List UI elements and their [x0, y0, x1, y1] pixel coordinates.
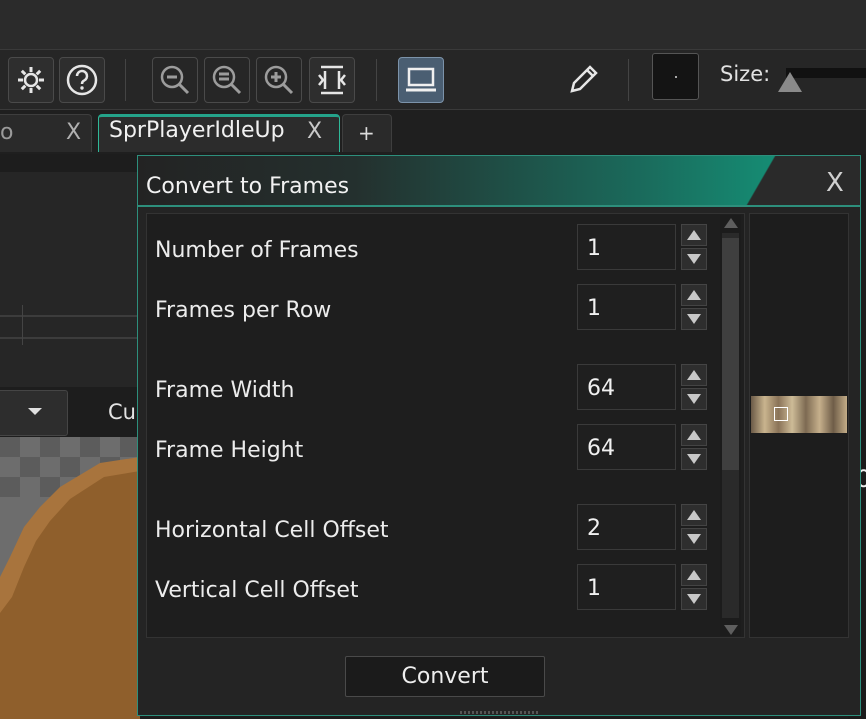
- frame-width-increment[interactable]: [681, 364, 707, 386]
- add-tab-label: +: [358, 121, 375, 145]
- toolbar-separator: [628, 59, 629, 101]
- partial-label: Cu: [108, 400, 136, 424]
- scroll-up-icon[interactable]: [724, 218, 738, 228]
- vertical-cell-offset-value: 1: [587, 576, 601, 601]
- pencil-icon: [570, 65, 598, 93]
- timeline-tick: [22, 305, 23, 345]
- zoom-out-icon: [160, 65, 190, 95]
- zoom-in-button[interactable]: [256, 57, 302, 103]
- chevron-down-icon: [28, 408, 42, 415]
- tab-active-close-icon[interactable]: X: [307, 119, 322, 144]
- frame-height-label: Frame Height: [155, 438, 304, 463]
- number-of-frames-decrement[interactable]: [681, 248, 707, 270]
- frames-per-row-value: 1: [587, 296, 601, 321]
- preview-toggle-button[interactable]: [398, 57, 444, 103]
- fit-to-screen-button[interactable]: [309, 57, 355, 103]
- zoom-reset-icon: [212, 65, 242, 95]
- tab-previous-close-icon[interactable]: X: [66, 120, 81, 145]
- horizontal-cell-offset-decrement[interactable]: [681, 528, 707, 550]
- frame-width-label: Frame Width: [155, 378, 295, 403]
- frame-height-value: 64: [587, 436, 615, 461]
- dialog-divider: [138, 205, 860, 207]
- convert-button[interactable]: Convert: [345, 656, 545, 697]
- number-of-frames-value: 1: [587, 236, 601, 261]
- settings-button[interactable]: [8, 57, 54, 103]
- horizontal-cell-offset-value: 2: [587, 516, 601, 541]
- pencil-tool-button[interactable]: [560, 57, 606, 103]
- sprite-strip-preview: [751, 396, 847, 433]
- frame-height-increment[interactable]: [681, 424, 707, 446]
- tab-previous-label: o: [0, 120, 14, 145]
- frame-width-value: 64: [587, 376, 615, 401]
- frames-per-row-decrement[interactable]: [681, 308, 707, 330]
- frame-selection-box: [774, 407, 788, 421]
- color-swatch[interactable]: [652, 53, 699, 100]
- frames-per-row-label: Frames per Row: [155, 298, 332, 323]
- timeline-line: [0, 337, 140, 339]
- horizontal-cell-offset-label: Horizontal Cell Offset: [155, 518, 389, 543]
- help-button[interactable]: [59, 57, 105, 103]
- horizontal-cell-offset-increment[interactable]: [681, 504, 707, 526]
- size-label: Size:: [720, 62, 771, 86]
- sprite-pixel-art: [0, 437, 140, 719]
- timeline-line: [0, 315, 140, 317]
- number-of-frames-label: Number of Frames: [155, 238, 359, 263]
- vertical-cell-offset-increment[interactable]: [681, 564, 707, 586]
- scroll-down-icon[interactable]: [724, 625, 738, 635]
- zoom-out-button[interactable]: [152, 57, 198, 103]
- vertical-cell-offset-label: Vertical Cell Offset: [155, 578, 359, 603]
- vertical-cell-offset-decrement[interactable]: [681, 588, 707, 610]
- zoom-reset-button[interactable]: [204, 57, 250, 103]
- dialog-title: Convert to Frames: [146, 174, 350, 199]
- sprite-canvas[interactable]: [0, 437, 140, 719]
- timeline-area: [0, 172, 140, 387]
- monitor-icon: [406, 67, 436, 92]
- frame-width-decrement[interactable]: [681, 388, 707, 410]
- close-icon[interactable]: X: [826, 168, 844, 198]
- toolbar-separator: [125, 59, 126, 101]
- gear-icon: [18, 67, 44, 93]
- question-icon: [66, 64, 98, 96]
- frames-per-row-increment[interactable]: [681, 284, 707, 306]
- frame-height-decrement[interactable]: [681, 448, 707, 470]
- dialog-resize-grip[interactable]: [460, 711, 540, 714]
- number-of-frames-increment[interactable]: [681, 224, 707, 246]
- window-top-strip: [0, 0, 866, 50]
- toolbar-separator: [376, 59, 377, 101]
- size-slider-thumb[interactable]: [778, 72, 802, 92]
- fit-to-screen-icon: [318, 65, 346, 95]
- tab-active-label: SprPlayerIdleUp: [109, 118, 285, 143]
- zoom-in-icon: [264, 65, 294, 95]
- scrollbar-thumb[interactable]: [722, 238, 739, 470]
